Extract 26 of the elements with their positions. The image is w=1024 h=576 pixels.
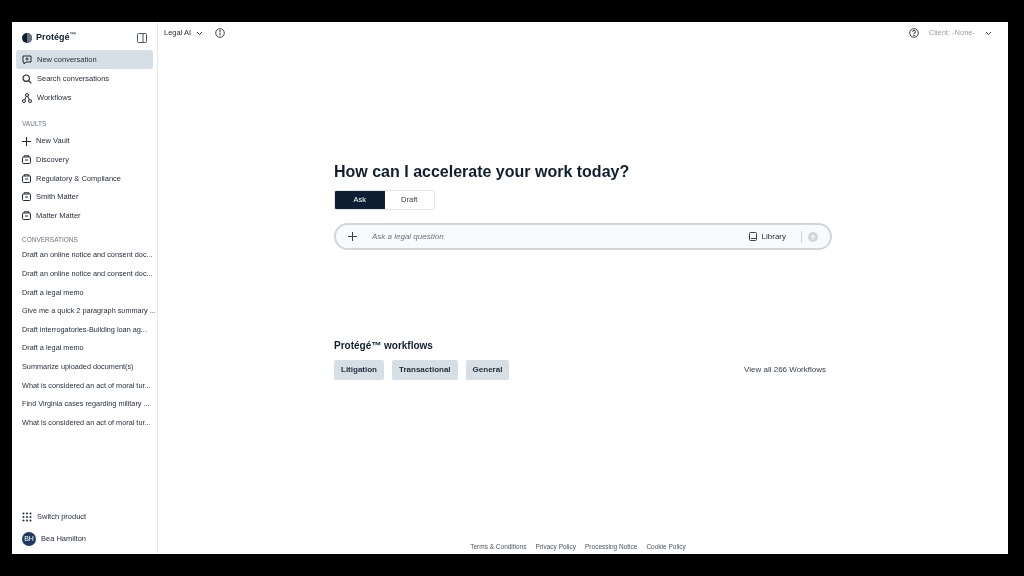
plus-icon <box>22 136 31 146</box>
workflow-chip[interactable]: Transactional <box>392 360 458 380</box>
logo-icon <box>22 33 32 43</box>
workflows-heading: Protégé™ workflows <box>334 339 434 353</box>
vault-icon <box>22 155 31 165</box>
workflow-chip[interactable]: Litigation <box>334 360 384 380</box>
heading: How can I accelerate your work today? <box>334 162 631 182</box>
view-all-link[interactable]: View all 266 Workflows <box>744 364 826 376</box>
chevron-down-icon <box>196 30 204 36</box>
book-icon <box>748 232 757 241</box>
vault-icon <box>22 173 31 183</box>
plus-icon[interactable] <box>348 232 357 241</box>
help-icon[interactable] <box>908 28 919 38</box>
workflow-chip[interactable]: General <box>465 360 510 380</box>
chevron-down-icon <box>985 30 992 36</box>
library-button[interactable]: Library <box>748 230 786 243</box>
vault-icon <box>22 192 31 202</box>
chat-plus-icon <box>22 54 32 65</box>
info-icon[interactable] <box>215 28 226 38</box>
collapse-sidebar-icon[interactable] <box>137 33 147 43</box>
grid-icon <box>22 512 32 522</box>
search-icon <box>22 73 32 84</box>
vault-icon <box>22 210 31 220</box>
workflow-icon <box>22 92 32 103</box>
logo-text: Protégé$^{™}$ <box>36 31 77 45</box>
question-input[interactable]: Ask a legal question Library <box>334 223 832 250</box>
